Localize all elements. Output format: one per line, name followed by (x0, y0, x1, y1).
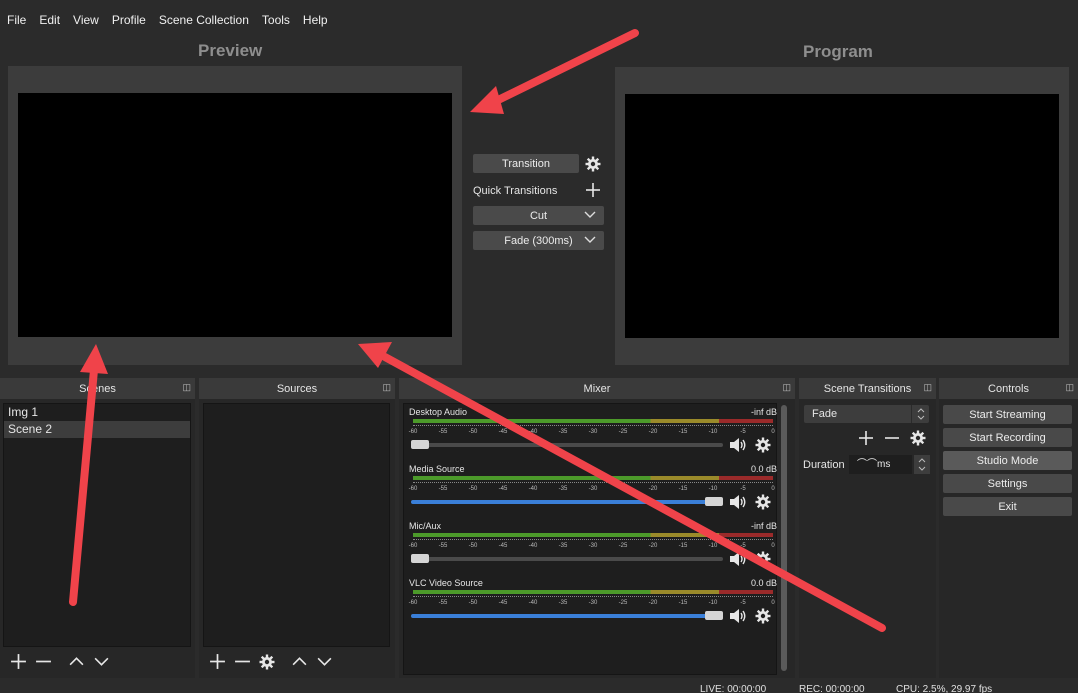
annotation-arrows (69, 29, 886, 632)
annotation-arrow (358, 342, 886, 632)
annotation-arrow (69, 344, 108, 606)
annotation-arrow (470, 29, 639, 114)
obs-window: File Edit View Profile Scene Collection … (0, 0, 1078, 693)
